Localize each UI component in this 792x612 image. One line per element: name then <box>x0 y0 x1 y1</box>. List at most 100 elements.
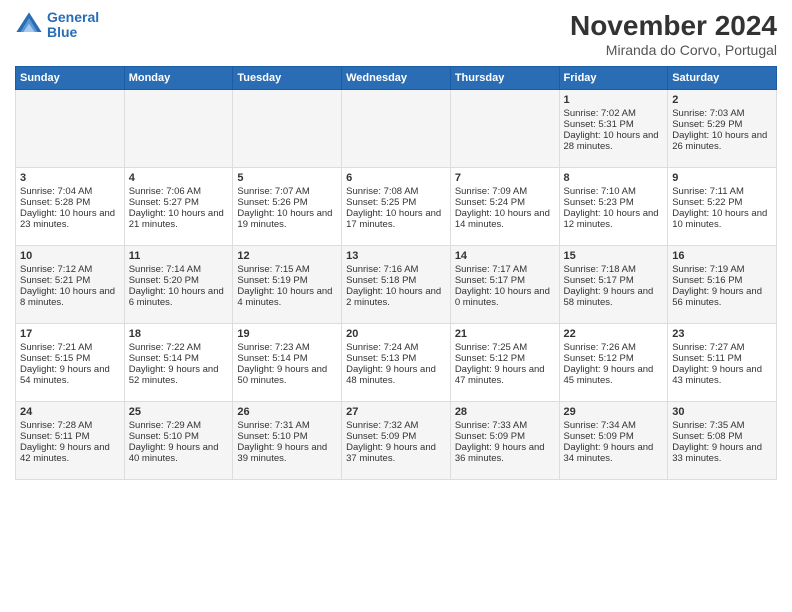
cell-info: Sunrise: 7:06 AM <box>129 186 229 197</box>
day-number: 28 <box>455 406 555 418</box>
logo: General Blue <box>15 10 99 41</box>
calendar-cell: 9Sunrise: 7:11 AMSunset: 5:22 PMDaylight… <box>668 168 777 246</box>
cell-info: Sunrise: 7:23 AM <box>237 342 337 353</box>
cell-info: Sunset: 5:21 PM <box>20 275 120 286</box>
day-number: 21 <box>455 328 555 340</box>
cell-info: Daylight: 9 hours and 45 minutes. <box>564 364 664 386</box>
logo-line2: Blue <box>47 24 77 40</box>
cell-info: Daylight: 9 hours and 52 minutes. <box>129 364 229 386</box>
cell-info: Sunset: 5:14 PM <box>237 353 337 364</box>
cell-info: Sunrise: 7:27 AM <box>672 342 772 353</box>
cell-info: Sunset: 5:26 PM <box>237 197 337 208</box>
cell-info: Daylight: 10 hours and 10 minutes. <box>672 208 772 230</box>
calendar-cell: 12Sunrise: 7:15 AMSunset: 5:19 PMDayligh… <box>233 246 342 324</box>
day-number: 23 <box>672 328 772 340</box>
cell-info: Sunset: 5:19 PM <box>237 275 337 286</box>
page-container: General Blue November 2024 Miranda do Co… <box>0 0 792 490</box>
cell-info: Daylight: 9 hours and 34 minutes. <box>564 442 664 464</box>
cell-info: Daylight: 9 hours and 50 minutes. <box>237 364 337 386</box>
cell-info: Sunrise: 7:10 AM <box>564 186 664 197</box>
calendar-cell: 5Sunrise: 7:07 AMSunset: 5:26 PMDaylight… <box>233 168 342 246</box>
cell-info: Sunrise: 7:24 AM <box>346 342 446 353</box>
calendar-cell: 19 Sunrise: 7:23 AMSunset: 5:14 PMDayligh… <box>233 324 342 402</box>
calendar-cell: 8 Sunrise: 7:10 AMSunset: 5:23 PMDaylight… <box>559 168 668 246</box>
col-sunday: Sunday <box>16 67 125 90</box>
calendar-cell: 20 Sunrise: 7:24 AMSunset: 5:13 PMDayligh… <box>342 324 451 402</box>
calendar-cell: 4Sunrise: 7:06 AMSunset: 5:27 PMDaylight… <box>124 168 233 246</box>
calendar-cell: 14Sunrise: 7:17 AMSunset: 5:17 PMDayligh… <box>450 246 559 324</box>
cell-info: Daylight: 10 hours and 17 minutes. <box>346 208 446 230</box>
cell-info: Sunrise: 7:08 AM <box>346 186 446 197</box>
day-number: 20 <box>346 328 446 340</box>
col-friday: Friday <box>559 67 668 90</box>
cell-info: Sunrise: 7:07 AM <box>237 186 337 197</box>
calendar-cell <box>16 90 125 168</box>
calendar-cell: 26Sunrise: 7:31 AMSunset: 5:10 PMDayligh… <box>233 402 342 480</box>
day-number: 19 <box>237 328 337 340</box>
cell-info: Sunset: 5:12 PM <box>564 353 664 364</box>
day-number: 3 <box>20 172 120 184</box>
week-row-5: 24Sunrise: 7:28 AMSunset: 5:11 PMDayligh… <box>16 402 777 480</box>
calendar-cell <box>342 90 451 168</box>
day-number: 17 <box>20 328 120 340</box>
day-number: 26 <box>237 406 337 418</box>
cell-info: Sunset: 5:08 PM <box>672 431 772 442</box>
cell-info: Daylight: 9 hours and 48 minutes. <box>346 364 446 386</box>
day-number: 15 <box>564 250 664 262</box>
cell-info: Sunrise: 7:09 AM <box>455 186 555 197</box>
cell-info: Daylight: 9 hours and 58 minutes. <box>564 286 664 308</box>
col-monday: Monday <box>124 67 233 90</box>
cell-info: Daylight: 10 hours and 26 minutes. <box>672 130 772 152</box>
calendar-cell: 25Sunrise: 7:29 AMSunset: 5:10 PMDayligh… <box>124 402 233 480</box>
cell-info: Daylight: 9 hours and 39 minutes. <box>237 442 337 464</box>
cell-info: Sunrise: 7:15 AM <box>237 264 337 275</box>
cell-info: Sunset: 5:15 PM <box>20 353 120 364</box>
cell-info: Sunrise: 7:33 AM <box>455 420 555 431</box>
day-number: 18 <box>129 328 229 340</box>
week-row-2: 3Sunrise: 7:04 AMSunset: 5:28 PMDaylight… <box>16 168 777 246</box>
cell-info: Sunset: 5:29 PM <box>672 119 772 130</box>
cell-info: Sunrise: 7:16 AM <box>346 264 446 275</box>
cell-info: Daylight: 9 hours and 40 minutes. <box>129 442 229 464</box>
cell-info: Sunrise: 7:03 AM <box>672 108 772 119</box>
cell-info: Sunset: 5:17 PM <box>455 275 555 286</box>
day-number: 6 <box>346 172 446 184</box>
cell-info: Sunset: 5:22 PM <box>672 197 772 208</box>
day-number: 8 <box>564 172 664 184</box>
calendar-cell: 6 Sunrise: 7:08 AMSunset: 5:25 PMDaylight… <box>342 168 451 246</box>
day-number: 22 <box>564 328 664 340</box>
cell-info: Sunrise: 7:12 AM <box>20 264 120 275</box>
cell-info: Sunset: 5:12 PM <box>455 353 555 364</box>
cell-info: Sunset: 5:25 PM <box>346 197 446 208</box>
cell-info: Sunset: 5:13 PM <box>346 353 446 364</box>
cell-info: Daylight: 10 hours and 8 minutes. <box>20 286 120 308</box>
cell-info: Sunrise: 7:35 AM <box>672 420 772 431</box>
cell-info: Daylight: 10 hours and 6 minutes. <box>129 286 229 308</box>
cell-info: Daylight: 10 hours and 12 minutes. <box>564 208 664 230</box>
calendar-cell: 22Sunrise: 7:26 AMSunset: 5:12 PMDayligh… <box>559 324 668 402</box>
day-number: 30 <box>672 406 772 418</box>
day-number: 27 <box>346 406 446 418</box>
cell-info: Sunrise: 7:14 AM <box>129 264 229 275</box>
calendar-cell: 13Sunrise: 7:16 AMSunset: 5:18 PMDayligh… <box>342 246 451 324</box>
cell-info: Sunrise: 7:21 AM <box>20 342 120 353</box>
day-number: 24 <box>20 406 120 418</box>
cell-info: Daylight: 9 hours and 36 minutes. <box>455 442 555 464</box>
calendar-cell <box>450 90 559 168</box>
calendar-table: Sunday Monday Tuesday Wednesday Thursday… <box>15 66 777 480</box>
cell-info: Daylight: 10 hours and 2 minutes. <box>346 286 446 308</box>
cell-info: Sunrise: 7:11 AM <box>672 186 772 197</box>
day-number: 25 <box>129 406 229 418</box>
week-row-1: 1Sunrise: 7:02 AMSunset: 5:31 PMDaylight… <box>16 90 777 168</box>
day-number: 29 <box>564 406 664 418</box>
cell-info: Sunrise: 7:22 AM <box>129 342 229 353</box>
cell-info: Sunrise: 7:32 AM <box>346 420 446 431</box>
calendar-cell: 29Sunrise: 7:34 AMSunset: 5:09 PMDayligh… <box>559 402 668 480</box>
cell-info: Daylight: 9 hours and 43 minutes. <box>672 364 772 386</box>
cell-info: Sunset: 5:23 PM <box>564 197 664 208</box>
day-number: 5 <box>237 172 337 184</box>
calendar-cell: 27Sunrise: 7:32 AMSunset: 5:09 PMDayligh… <box>342 402 451 480</box>
calendar-cell: 2Sunrise: 7:03 AMSunset: 5:29 PMDaylight… <box>668 90 777 168</box>
cell-info: Daylight: 10 hours and 28 minutes. <box>564 130 664 152</box>
day-number: 7 <box>455 172 555 184</box>
